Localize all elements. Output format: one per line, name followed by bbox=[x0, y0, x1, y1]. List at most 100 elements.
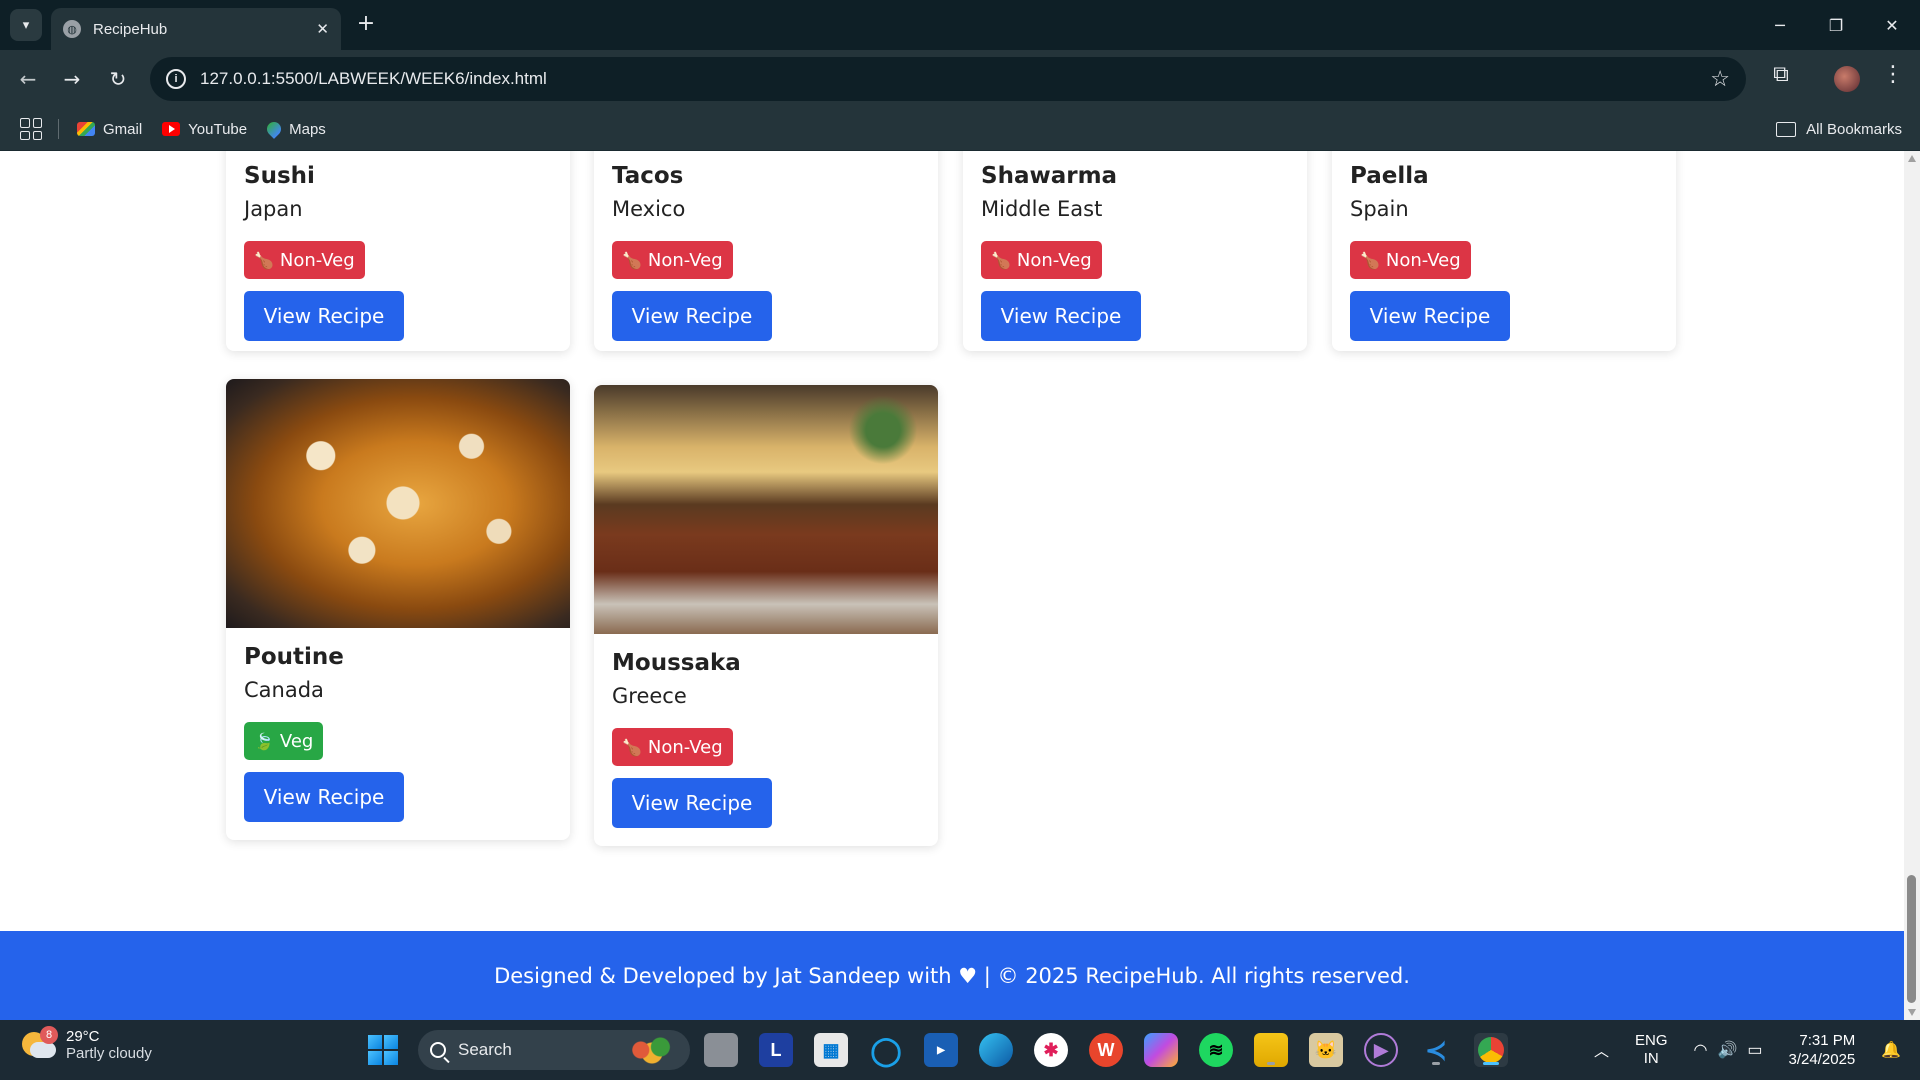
site-info-icon[interactable]: i bbox=[166, 69, 186, 89]
folder-icon bbox=[1776, 122, 1797, 137]
page-footer: Designed & Developed by Jat Sandeep with… bbox=[0, 931, 1904, 1020]
chevron-up-icon[interactable]: ︿ bbox=[1594, 1040, 1609, 1061]
weather-widget[interactable]: 8 29°C Partly cloudy bbox=[22, 1026, 152, 1062]
recipe-country: Japan bbox=[244, 197, 303, 221]
notification-badge: 8 bbox=[40, 1026, 58, 1044]
lang-code: ENG bbox=[1635, 1032, 1668, 1049]
recipe-card: Moussaka Greece 🍗 Non-Veg View Recipe bbox=[594, 385, 938, 846]
edge-icon[interactable] bbox=[979, 1033, 1013, 1067]
recipe-country: Mexico bbox=[612, 197, 686, 221]
menu-kebab-icon[interactable]: ⋮ bbox=[1882, 62, 1904, 87]
extensions-icon[interactable]: ⧉ bbox=[1766, 62, 1796, 92]
scrollbar-thumb[interactable] bbox=[1907, 875, 1916, 1003]
bookmark-label: YouTube bbox=[188, 120, 248, 138]
partly-cloudy-icon: 8 bbox=[22, 1026, 58, 1060]
cortana-icon[interactable]: ◯ bbox=[869, 1033, 903, 1067]
app-l-icon[interactable]: L bbox=[759, 1033, 793, 1067]
recipe-country: Canada bbox=[244, 678, 324, 702]
bookmark-gmail[interactable]: Gmail bbox=[77, 121, 142, 138]
taskbar-search[interactable]: Search bbox=[418, 1030, 690, 1070]
forward-button[interactable]: → bbox=[56, 63, 88, 95]
scroll-up-icon[interactable] bbox=[1908, 155, 1916, 162]
drumstick-icon: 🍗 bbox=[622, 250, 642, 270]
wps-office-icon[interactable]: W bbox=[1089, 1033, 1123, 1067]
new-tab-button[interactable]: + bbox=[354, 13, 378, 37]
language-indicator[interactable]: ENG IN bbox=[1635, 1032, 1668, 1068]
badge-label: Non-Veg bbox=[1016, 249, 1092, 271]
recipe-country: Spain bbox=[1350, 197, 1409, 221]
recipe-name: Moussaka bbox=[612, 650, 741, 676]
bookmark-youtube[interactable]: YouTube bbox=[162, 121, 247, 138]
close-window-button[interactable]: ✕ bbox=[1864, 0, 1920, 50]
recipe-name: Sushi bbox=[244, 163, 315, 189]
browser-tab[interactable]: ◍ RecipeHub ✕ bbox=[51, 8, 341, 50]
url-text: 127.0.0.1:5500/LABWEEK/WEEK6/index.html bbox=[200, 69, 547, 88]
file-explorer-icon[interactable] bbox=[1254, 1033, 1288, 1067]
recipe-name: Shawarma bbox=[981, 163, 1118, 189]
windows-start-icon[interactable] bbox=[368, 1035, 398, 1065]
drumstick-icon: 🍗 bbox=[254, 250, 274, 270]
task-view-icon[interactable] bbox=[704, 1033, 738, 1067]
bookmark-maps[interactable]: Maps bbox=[264, 119, 326, 139]
reload-button[interactable]: ↻ bbox=[102, 63, 134, 95]
page-scrollbar[interactable] bbox=[1904, 151, 1920, 1020]
restore-button[interactable]: ❐ bbox=[1808, 0, 1864, 50]
notification-bell-icon[interactable]: 🔔 bbox=[1881, 1040, 1901, 1060]
spotify-icon[interactable]: ≋ bbox=[1199, 1033, 1233, 1067]
volume-icon: 🔊 bbox=[1717, 1042, 1738, 1059]
clock[interactable]: 7:31 PM 3/24/2025 bbox=[1789, 1031, 1856, 1069]
recipe-country: Middle East bbox=[981, 197, 1103, 221]
prime-video-icon[interactable]: ▶ bbox=[924, 1033, 958, 1067]
globe-icon: ◍ bbox=[63, 20, 81, 38]
view-recipe-button[interactable]: View Recipe bbox=[612, 778, 772, 828]
back-button[interactable]: ← bbox=[12, 63, 44, 95]
vscode-icon[interactable]: ≺ bbox=[1419, 1033, 1453, 1067]
bookmark-label: Gmail bbox=[103, 120, 143, 138]
clock-date: 3/24/2025 bbox=[1788, 1051, 1856, 1068]
search-icon bbox=[430, 1042, 446, 1058]
battery-icon: ▭ bbox=[1747, 1042, 1763, 1059]
all-bookmarks-button[interactable]: All Bookmarks bbox=[1776, 108, 1902, 151]
view-recipe-button[interactable]: View Recipe bbox=[244, 772, 404, 822]
temperature: 29°C bbox=[66, 1028, 100, 1045]
view-recipe-button[interactable]: View Recipe bbox=[244, 291, 404, 341]
badge-label: Non-Veg bbox=[647, 736, 723, 758]
recipe-name: Paella bbox=[1350, 163, 1429, 189]
search-label: Search bbox=[458, 1040, 512, 1059]
slack-icon[interactable]: ✱ bbox=[1034, 1033, 1068, 1067]
chrome-icon[interactable] bbox=[1474, 1033, 1508, 1067]
quick-settings[interactable]: ◠ 🔊 ▭ bbox=[1694, 1040, 1763, 1060]
clock-time: 7:31 PM bbox=[1799, 1032, 1856, 1049]
badge-label: Non-Veg bbox=[1385, 249, 1461, 271]
all-bookmarks-label: All Bookmarks bbox=[1806, 121, 1902, 138]
tab-search-button[interactable]: ▾ bbox=[10, 9, 42, 41]
view-recipe-button[interactable]: View Recipe bbox=[1350, 291, 1510, 341]
view-recipe-button[interactable]: View Recipe bbox=[981, 291, 1141, 341]
apps-grid-icon[interactable] bbox=[20, 118, 42, 140]
recipe-card: Paella Spain 🍗 Non-Veg View Recipe bbox=[1332, 151, 1676, 351]
scroll-down-icon[interactable] bbox=[1908, 1009, 1916, 1016]
media-player-icon[interactable]: ▶ bbox=[1364, 1033, 1398, 1067]
view-recipe-button[interactable]: View Recipe bbox=[612, 291, 772, 341]
recipe-card: Sushi Japan 🍗 Non-Veg View Recipe bbox=[226, 151, 570, 351]
recipe-card: Poutine Canada 🍃 Veg View Recipe bbox=[226, 379, 570, 840]
address-bar[interactable]: i 127.0.0.1:5500/LABWEEK/WEEK6/index.htm… bbox=[150, 57, 1746, 101]
copilot-icon[interactable] bbox=[1144, 1033, 1178, 1067]
youtube-icon bbox=[162, 122, 181, 136]
browser-titlebar: ▾ ◍ RecipeHub ✕ + ─ ❐ ✕ bbox=[0, 0, 1920, 50]
footer-text: Designed & Developed by Jat Sandeep with… bbox=[494, 963, 1410, 988]
profile-avatar[interactable] bbox=[1834, 66, 1860, 92]
close-icon[interactable]: ✕ bbox=[316, 20, 329, 38]
nonveg-badge: 🍗 Non-Veg bbox=[1350, 241, 1471, 279]
minimize-button[interactable]: ─ bbox=[1752, 0, 1808, 50]
recipe-card: Shawarma Middle East 🍗 Non-Veg View Recip… bbox=[963, 151, 1307, 351]
bookmark-star-icon[interactable]: ☆ bbox=[1710, 66, 1730, 92]
browser-toolbar: ← → ↻ i 127.0.0.1:5500/LABWEEK/WEEK6/ind… bbox=[0, 50, 1920, 108]
maps-pin-icon bbox=[264, 119, 285, 139]
microsoft-store-icon[interactable]: ▦ bbox=[814, 1033, 848, 1067]
bookmarks-bar: Gmail YouTube Maps All Bookmarks bbox=[0, 108, 1920, 151]
photo-app-icon[interactable]: 🐱 bbox=[1309, 1033, 1343, 1067]
system-tray: ︿ ENG IN ◠ 🔊 ▭ 7:31 PM 3/24/2025 🔔 bbox=[1594, 1020, 1901, 1080]
page-viewport: Sushi Japan 🍗 Non-Veg View Recipe Tacos M… bbox=[0, 151, 1904, 1020]
weather-description: Partly cloudy bbox=[66, 1045, 152, 1062]
